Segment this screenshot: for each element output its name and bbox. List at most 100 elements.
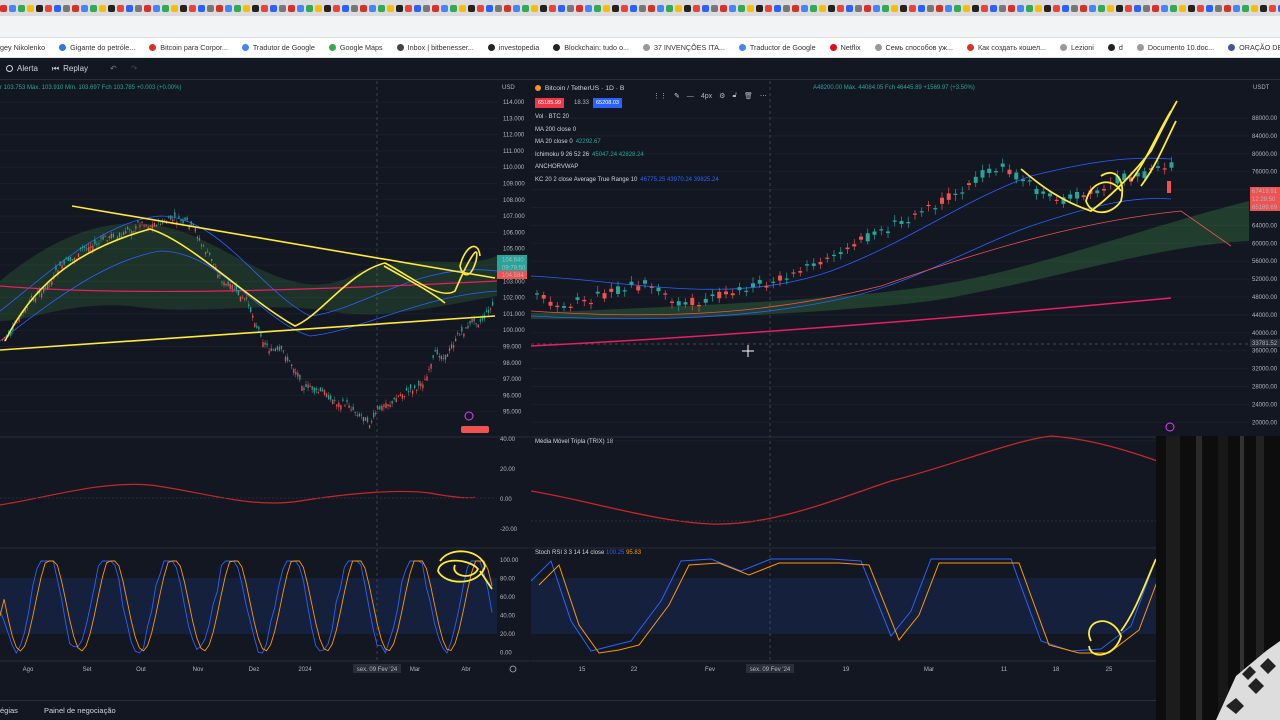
browser-tab-favicon[interactable] bbox=[972, 4, 979, 12]
browser-tab-favicon[interactable] bbox=[36, 4, 43, 12]
browser-tab-favicon[interactable] bbox=[504, 4, 511, 12]
browser-tab-favicon[interactable] bbox=[423, 4, 430, 12]
browser-tab-favicon[interactable] bbox=[1242, 4, 1249, 12]
indicator-legend-item[interactable]: ANCHORVWAP bbox=[535, 164, 581, 170]
browser-tab-favicon[interactable] bbox=[1026, 4, 1033, 12]
bookmark-item[interactable]: ORAÇÃO DE AGRA... bbox=[1228, 43, 1280, 52]
browser-tab-strip[interactable] bbox=[0, 0, 1280, 16]
browser-tab-favicon[interactable] bbox=[144, 4, 151, 12]
browser-tab-favicon[interactable] bbox=[153, 4, 160, 12]
buy-button[interactable]: 65208.03 bbox=[593, 98, 622, 108]
bookmark-item[interactable]: Как создать кошел... bbox=[966, 43, 1046, 52]
bookmark-item[interactable]: Семь способов уж... bbox=[874, 43, 953, 52]
browser-tab-favicon[interactable] bbox=[1224, 4, 1231, 12]
browser-tab-favicon[interactable] bbox=[81, 4, 88, 12]
stroke-width-label[interactable]: 4px bbox=[701, 93, 712, 100]
browser-tab-favicon[interactable] bbox=[117, 4, 124, 12]
replay-button[interactable]: ⏮ Replay bbox=[48, 62, 92, 76]
browser-tab-favicon[interactable] bbox=[801, 4, 808, 12]
browser-tab-favicon[interactable] bbox=[765, 4, 772, 12]
browser-tab-favicon[interactable] bbox=[1125, 4, 1132, 12]
bookmark-item[interactable]: Gigante do petróle... bbox=[59, 43, 135, 52]
browser-tab-favicon[interactable] bbox=[855, 4, 862, 12]
browser-tab-favicon[interactable] bbox=[630, 4, 637, 12]
browser-tab-favicon[interactable] bbox=[1251, 4, 1258, 12]
browser-tab-favicon[interactable] bbox=[270, 4, 277, 12]
browser-tab-favicon[interactable] bbox=[1206, 4, 1213, 12]
browser-tab-favicon[interactable] bbox=[819, 4, 826, 12]
browser-tab-favicon[interactable] bbox=[333, 4, 340, 12]
trading-panel-tab[interactable]: Painel de negociação bbox=[44, 706, 116, 715]
browser-tab-favicon[interactable] bbox=[693, 4, 700, 12]
browser-tab-favicon[interactable] bbox=[63, 4, 70, 12]
browser-tab-favicon[interactable] bbox=[567, 4, 574, 12]
browser-tab-favicon[interactable] bbox=[963, 4, 970, 12]
strategies-tab[interactable]: égias bbox=[0, 706, 18, 715]
browser-tab-favicon[interactable] bbox=[180, 4, 187, 12]
bookmark-item[interactable]: Traductor de Google bbox=[738, 43, 816, 52]
browser-tab-favicon[interactable] bbox=[234, 4, 241, 12]
browser-tab-favicon[interactable] bbox=[459, 4, 466, 12]
browser-tab-favicon[interactable] bbox=[495, 4, 502, 12]
browser-tab-favicon[interactable] bbox=[99, 4, 106, 12]
browser-tab-favicon[interactable] bbox=[774, 4, 781, 12]
browser-tab-favicon[interactable] bbox=[585, 4, 592, 12]
pencil-icon[interactable]: ✎ bbox=[674, 92, 680, 100]
browser-tab-favicon[interactable] bbox=[945, 4, 952, 12]
browser-tab-favicon[interactable] bbox=[1017, 4, 1024, 12]
browser-tab-favicon[interactable] bbox=[648, 4, 655, 12]
browser-tab-favicon[interactable] bbox=[252, 4, 259, 12]
browser-tab-favicon[interactable] bbox=[1107, 4, 1114, 12]
browser-tab-favicon[interactable] bbox=[450, 4, 457, 12]
browser-tab-favicon[interactable] bbox=[207, 4, 214, 12]
sell-button[interactable]: 65185.99 bbox=[535, 98, 564, 108]
browser-tab-favicon[interactable] bbox=[657, 4, 664, 12]
indicator-legend-item[interactable]: MA 200 close 0 bbox=[535, 127, 579, 133]
bookmark-item[interactable]: 37 INVENÇÕES ITA... bbox=[642, 43, 725, 52]
bookmark-item[interactable]: Documento 10.doc... bbox=[1136, 43, 1214, 52]
redo-button[interactable]: ↷ bbox=[127, 62, 142, 75]
browser-tab-favicon[interactable] bbox=[540, 4, 547, 12]
browser-tab-favicon[interactable] bbox=[135, 4, 142, 12]
browser-address-bar[interactable] bbox=[0, 16, 1280, 38]
browser-tab-favicon[interactable] bbox=[729, 4, 736, 12]
browser-tab-favicon[interactable] bbox=[324, 4, 331, 12]
browser-tab-favicon[interactable] bbox=[1170, 4, 1177, 12]
browser-tab-favicon[interactable] bbox=[558, 4, 565, 12]
browser-tab-favicon[interactable] bbox=[0, 4, 7, 12]
browser-tab-favicon[interactable] bbox=[279, 4, 286, 12]
browser-tab-favicon[interactable] bbox=[711, 4, 718, 12]
bookmark-item[interactable]: Google Maps bbox=[328, 43, 383, 52]
browser-tab-favicon[interactable] bbox=[603, 4, 610, 12]
browser-tab-favicon[interactable] bbox=[684, 4, 691, 12]
browser-tab-favicon[interactable] bbox=[126, 4, 133, 12]
browser-tab-favicon[interactable] bbox=[1161, 4, 1168, 12]
bookmark-item[interactable]: Blockchain: tudo o... bbox=[553, 43, 629, 52]
browser-tab-favicon[interactable] bbox=[1152, 4, 1159, 12]
browser-tab-favicon[interactable] bbox=[225, 4, 232, 12]
browser-tab-favicon[interactable] bbox=[792, 4, 799, 12]
browser-tab-favicon[interactable] bbox=[1269, 4, 1276, 12]
browser-tab-favicon[interactable] bbox=[513, 4, 520, 12]
browser-tab-favicon[interactable] bbox=[162, 4, 169, 12]
drag-handle-icon[interactable]: ⋮⋮ bbox=[653, 92, 667, 100]
browser-tab-favicon[interactable] bbox=[1188, 4, 1195, 12]
bookmark-item[interactable]: Netflix bbox=[829, 43, 861, 52]
bookmark-item[interactable]: gey Nikolenko bbox=[0, 43, 45, 52]
indicator-legend-item[interactable]: MA 20 close 0 42292.67 bbox=[535, 139, 601, 145]
browser-tab-favicon[interactable] bbox=[351, 4, 358, 12]
indicator-legend-item[interactable]: Vol · BTC 20 bbox=[535, 114, 572, 120]
browser-tab-favicon[interactable] bbox=[927, 4, 934, 12]
browser-tab-favicon[interactable] bbox=[171, 4, 178, 12]
browser-tab-favicon[interactable] bbox=[432, 4, 439, 12]
browser-tab-favicon[interactable] bbox=[531, 4, 538, 12]
browser-tab-favicon[interactable] bbox=[216, 4, 223, 12]
browser-tab-favicon[interactable] bbox=[360, 4, 367, 12]
browser-tab-favicon[interactable] bbox=[1098, 4, 1105, 12]
undo-button[interactable]: ↶ bbox=[106, 62, 121, 75]
browser-tab-favicon[interactable] bbox=[414, 4, 421, 12]
browser-tab-favicon[interactable] bbox=[261, 4, 268, 12]
browser-tab-favicon[interactable] bbox=[45, 4, 52, 12]
settings-icon[interactable]: ⚙ bbox=[719, 92, 725, 100]
browser-tab-favicon[interactable] bbox=[315, 4, 322, 12]
